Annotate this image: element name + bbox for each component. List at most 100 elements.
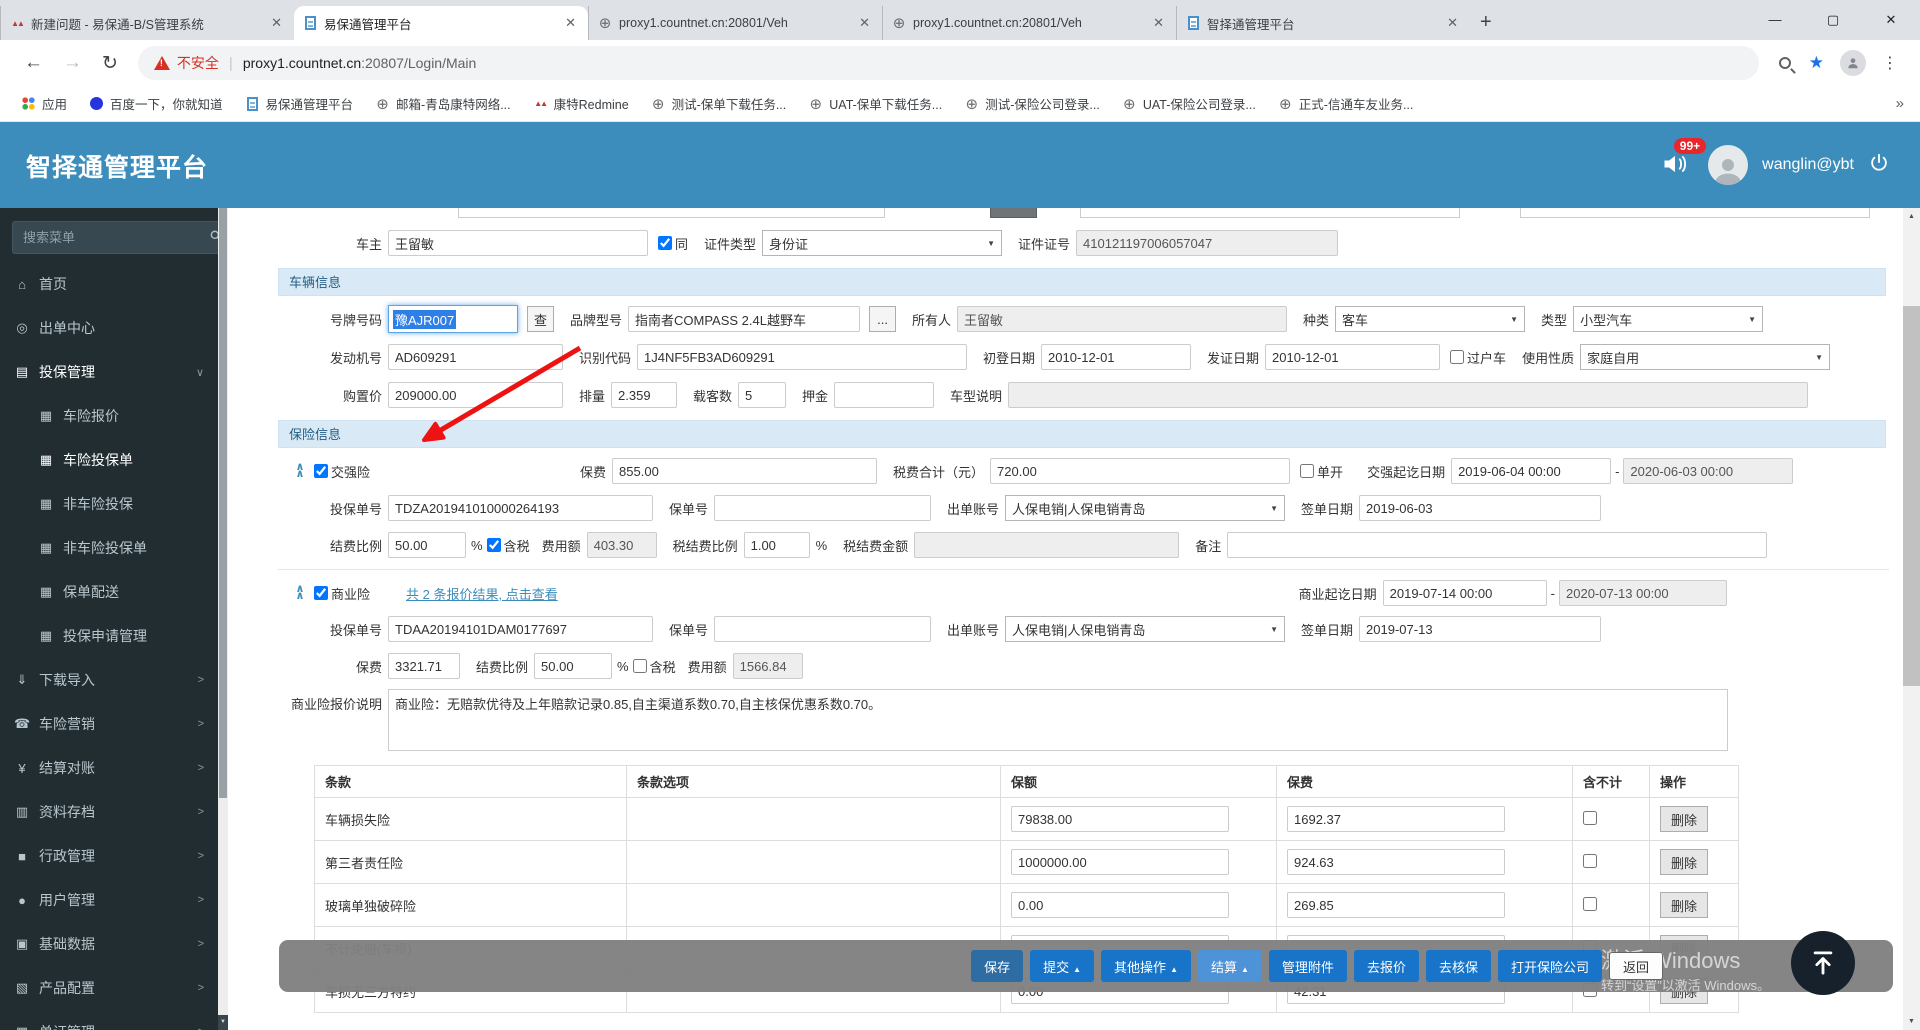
plate-search-button[interactable]: 查 <box>527 306 554 332</box>
delete-button[interactable]: 删除 <box>1660 806 1709 832</box>
browser-tab-active[interactable]: 易保通管理平台 ✕ <box>294 6 588 40</box>
sidebar-item-home[interactable]: ⌂ 首页 <box>0 262 218 306</box>
tab-close-icon[interactable]: ✕ <box>1149 15 1168 31</box>
bookmark-apps[interactable]: 应用 <box>21 94 67 113</box>
window-minimize-button[interactable]: — <box>1746 0 1804 40</box>
tab-close-icon[interactable]: ✕ <box>561 15 580 31</box>
warning-icon[interactable]: ! <box>153 56 170 70</box>
scrollbar-thumb[interactable] <box>219 208 227 798</box>
vin-input[interactable] <box>637 344 968 370</box>
clause-premium-input[interactable] <box>1287 806 1505 832</box>
comm-desc-textarea[interactable]: 商业险：无赔款优待及上年赔款记录0.85,自主渠道系数0.70,自主核保优惠系数… <box>388 689 1728 751</box>
url-field[interactable]: ! 不安全 | proxy1.countnet.cn :20807/Login/… <box>137 46 1759 80</box>
scrollbar-thumb[interactable] <box>1903 306 1920 686</box>
menu-search-input[interactable] <box>12 221 209 254</box>
browser-tab[interactable]: ▲▲ 新建问题 - 易保通-B/S管理系统 ✕ <box>0 6 294 40</box>
browser-menu-icon[interactable]: ⋮ <box>1882 53 1898 73</box>
first-reg-input[interactable] <box>1041 344 1192 370</box>
quote-results-link[interactable]: 共 2 条报价结果, 点击查看 <box>406 584 558 603</box>
zoom-icon[interactable] <box>1778 57 1791 69</box>
displacement-input[interactable] <box>611 382 678 408</box>
save-button[interactable]: 保存 <box>971 950 1024 982</box>
category-select[interactable]: 客车 ▼ <box>1335 306 1526 332</box>
sidebar-item-auto-policy[interactable]: ▦ 车险投保单 <box>0 438 218 482</box>
same-owner-checkbox[interactable] <box>658 236 672 250</box>
brand-more-button[interactable]: ... <box>869 306 897 332</box>
separate-checkbox[interactable] <box>1300 464 1315 478</box>
bookmark-star-icon[interactable]: ★ <box>1809 53 1824 73</box>
go-quote-button[interactable]: 去报价 <box>1353 950 1419 982</box>
sidebar-item-product-config[interactable]: ▧ 产品配置 > <box>0 966 218 1010</box>
plate-input[interactable]: 豫AJR007 <box>388 305 518 333</box>
sidebar-item-basic-data[interactable]: ▣ 基础数据 > <box>0 922 218 966</box>
comp-period-start-input[interactable] <box>1451 458 1612 484</box>
other-actions-button[interactable]: 其他操作 ▲ <box>1101 950 1191 982</box>
comp-tax-fee-ratio-input[interactable] <box>743 532 810 558</box>
bookmarks-overflow-icon[interactable]: » <box>1896 95 1910 112</box>
notification-speaker-icon[interactable]: 99+ <box>1660 138 1707 180</box>
user-avatar[interactable] <box>1708 145 1749 185</box>
bookmark-test-download[interactable]: ⊕ 测试-保单下载任务... <box>651 94 786 113</box>
sidebar-item-nonauto-insure[interactable]: ▦ 非车险投保 <box>0 482 218 526</box>
browser-tab[interactable]: ⊕ proxy1.countnet.cn:20801/Veh ✕ <box>588 6 882 40</box>
id-type-select[interactable]: 身份证 ▼ <box>762 230 1003 256</box>
sidebar-item-admin[interactable]: ■ 行政管理 > <box>0 834 218 878</box>
bookmark-test-login[interactable]: ⊕ 测试-保险公司登录... <box>964 94 1099 113</box>
sidebar-item-policy-delivery[interactable]: ▦ 保单配送 <box>0 570 218 614</box>
sidebar-item-insure-mgmt[interactable]: ▤ 投保管理 ∨ <box>0 350 218 394</box>
collapse-chevrons-icon[interactable]: ∧ ∧ <box>290 462 310 480</box>
include-deduct-checkbox[interactable] <box>1583 896 1597 911</box>
tab-close-icon[interactable]: ✕ <box>1443 15 1462 31</box>
delete-button[interactable]: 删除 <box>1660 849 1709 875</box>
settle-button[interactable]: 结算 ▲ <box>1197 950 1262 982</box>
profile-avatar[interactable] <box>1840 50 1866 76</box>
page-scrollbar[interactable]: ▲ ▼ <box>1903 208 1920 1030</box>
tab-close-icon[interactable]: ✕ <box>267 15 286 31</box>
comm-account-select[interactable]: 人保电销|人保电销青岛 ▼ <box>1005 616 1286 642</box>
comm-fee-ratio-input[interactable] <box>534 653 613 679</box>
bookmark-ybt[interactable]: 易保通管理平台 <box>245 94 353 113</box>
issue-date-input[interactable] <box>1265 344 1441 370</box>
clause-premium-input[interactable] <box>1287 892 1505 918</box>
type-select[interactable]: 小型汽车 ▼ <box>1573 306 1764 332</box>
sidebar-scrollbar[interactable]: ▼ <box>218 208 228 1030</box>
bookmark-redmine[interactable]: ▲▲ 康特Redmine <box>533 94 628 113</box>
sidebar-item-download-import[interactable]: ⇓ 下载导入 > <box>0 658 218 702</box>
brand-input[interactable] <box>628 306 861 332</box>
comp-fee-ratio-input[interactable] <box>388 532 466 558</box>
commercial-checkbox[interactable] <box>314 586 328 600</box>
engine-input[interactable] <box>388 344 563 370</box>
logout-power-icon[interactable] <box>1868 152 1890 179</box>
deposit-input[interactable] <box>834 382 935 408</box>
delete-button[interactable]: 删除 <box>1660 892 1709 918</box>
browser-tab[interactable]: ⊕ proxy1.countnet.cn:20801/Veh ✕ <box>882 6 1176 40</box>
comm-sign-date-input[interactable] <box>1359 616 1602 642</box>
sidebar-item-doc-mgmt[interactable]: ▦单证管理> <box>0 1010 218 1030</box>
compulsory-checkbox[interactable] <box>314 464 328 478</box>
sidebar-item-settlement[interactable]: ¥ 结算对账 > <box>0 746 218 790</box>
clause-amount-input[interactable] <box>1011 849 1229 875</box>
scroll-up-icon[interactable]: ▲ <box>1903 208 1920 225</box>
clause-amount-input[interactable] <box>1011 892 1229 918</box>
owner-input[interactable] <box>388 230 648 256</box>
browser-tab[interactable]: 智择通管理平台 ✕ <box>1176 6 1470 40</box>
refresh-icon[interactable]: ↻ <box>102 52 118 75</box>
usage-select[interactable]: 家庭自用 ▼ <box>1580 344 1831 370</box>
back-icon[interactable]: ← <box>24 52 43 74</box>
include-deduct-checkbox[interactable] <box>1583 853 1597 868</box>
sidebar-item-insure-apply[interactable]: ▦ 投保申请管理 <box>0 614 218 658</box>
new-tab-button[interactable]: + <box>1470 11 1504 40</box>
comm-tax-incl-checkbox[interactable] <box>632 659 647 673</box>
window-maximize-button[interactable]: ▢ <box>1804 0 1862 40</box>
sidebar-item-archives[interactable]: ▥ 资料存档 > <box>0 790 218 834</box>
comp-tax-input[interactable] <box>990 458 1291 484</box>
clause-amount-input[interactable] <box>1011 806 1229 832</box>
comm-policy-no-input[interactable] <box>714 616 932 642</box>
bookmark-mail[interactable]: ⊕ 邮箱-青岛康特网络... <box>375 94 510 113</box>
comp-premium-input[interactable] <box>612 458 878 484</box>
bookmark-uat-login[interactable]: ⊕ UAT-保险公司登录... <box>1122 94 1256 113</box>
submit-button[interactable]: 提交 ▲ <box>1030 950 1095 982</box>
sidebar-item-auto-quote[interactable]: ▦ 车险报价 <box>0 394 218 438</box>
comm-period-start-input[interactable] <box>1382 580 1547 606</box>
scroll-down-icon[interactable]: ▼ <box>218 1015 228 1030</box>
